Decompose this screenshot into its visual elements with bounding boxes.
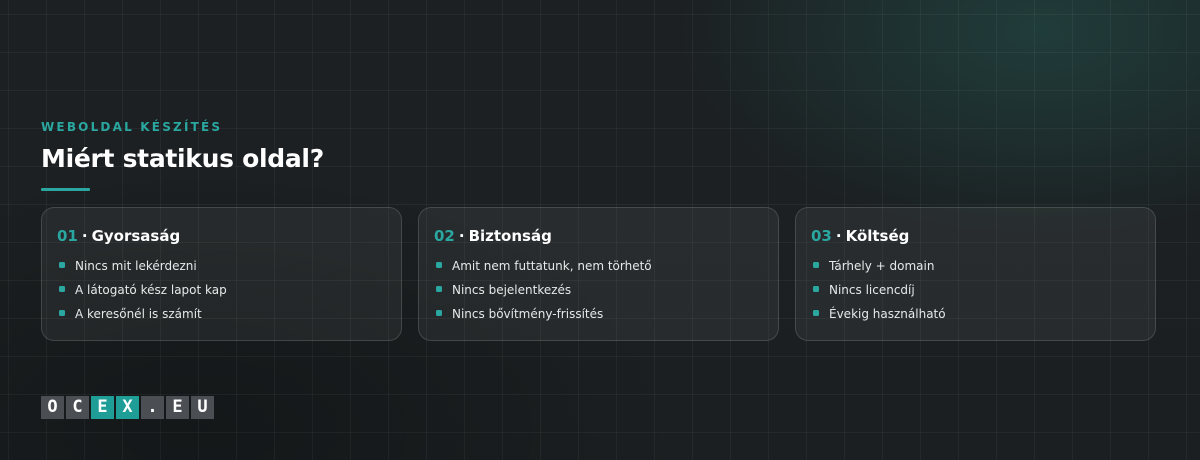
card-separator: · xyxy=(835,227,842,245)
list-item-label: A keresőnél is számít xyxy=(75,307,202,321)
feature-card-cost: 03 · Költség Tárhely + domain Nincs licenc… xyxy=(795,207,1156,341)
logo-letter: C xyxy=(66,396,89,419)
brand-logo[interactable]: O C E X . E U xyxy=(41,396,216,419)
logo-letter-accent: X xyxy=(116,396,139,419)
list-item: Nincs bővítmény-frissítés xyxy=(436,307,652,331)
page-title: Miért statikus oldal? xyxy=(41,144,324,173)
list-item-label: Nincs bejelentkezés xyxy=(452,283,572,297)
list-item-label: Nincs bővítmény-frissítés xyxy=(452,307,604,321)
list-item: Amit nem futtatunk, nem törhető xyxy=(436,259,652,283)
card-heading: 01 · Gyorsaság xyxy=(57,227,180,245)
card-list: Nincs mit lekérdezni A látogató kész lap… xyxy=(59,259,227,331)
list-item: Nincs bejelentkezés xyxy=(436,283,652,307)
card-number: 01 xyxy=(57,227,78,245)
card-title: Gyorsaság xyxy=(91,227,181,245)
logo-letter: O xyxy=(41,396,64,419)
card-list: Tárhely + domain Nincs licencdíj Évekig … xyxy=(813,259,946,331)
card-list: Amit nem futtatunk, nem törhető Nincs be… xyxy=(436,259,652,331)
bullet-icon xyxy=(59,286,65,292)
bullet-icon xyxy=(436,262,442,268)
list-item: Nincs licencdíj xyxy=(813,283,946,307)
list-item-label: Nincs licencdíj xyxy=(829,283,915,297)
logo-letter-accent: E xyxy=(91,396,114,419)
bullet-icon xyxy=(59,262,65,268)
feature-card-security: 02 · Biztonság Amit nem futtatunk, nem tör… xyxy=(418,207,779,341)
list-item-label: A látogató kész lapot kap xyxy=(75,283,227,297)
bullet-icon xyxy=(436,310,442,316)
feature-cards: 01 · Gyorsaság Nincs mit lekérdezni A láto… xyxy=(41,207,1159,343)
card-title: Biztonság xyxy=(468,227,552,245)
list-item: A látogató kész lapot kap xyxy=(59,283,227,307)
card-number: 02 xyxy=(434,227,455,245)
list-item-label: Nincs mit lekérdezni xyxy=(75,259,197,273)
list-item: Tárhely + domain xyxy=(813,259,946,283)
card-separator: · xyxy=(81,227,88,245)
feature-card-speed: 01 · Gyorsaság Nincs mit lekérdezni A láto… xyxy=(41,207,402,341)
logo-letter: U xyxy=(191,396,214,419)
list-item: Nincs mit lekérdezni xyxy=(59,259,227,283)
card-heading: 03 · Költség xyxy=(811,227,909,245)
list-item-label: Évekig használható xyxy=(829,307,946,321)
bullet-icon xyxy=(813,286,819,292)
logo-letter: E xyxy=(166,396,189,419)
list-item-label: Amit nem futtatunk, nem törhető xyxy=(452,259,652,273)
card-title: Költség xyxy=(845,227,910,245)
bullet-icon xyxy=(813,262,819,268)
logo-dot: . xyxy=(141,396,164,419)
card-number: 03 xyxy=(811,227,832,245)
list-item: A keresőnél is számít xyxy=(59,307,227,331)
bullet-icon xyxy=(436,286,442,292)
list-item: Évekig használható xyxy=(813,307,946,331)
title-underline xyxy=(41,188,90,191)
card-heading: 02 · Biztonság xyxy=(434,227,552,245)
list-item-label: Tárhely + domain xyxy=(829,259,935,273)
section-eyebrow: WEBOLDAL KÉSZÍTÉS xyxy=(41,120,223,134)
card-separator: · xyxy=(458,227,465,245)
bullet-icon xyxy=(59,310,65,316)
bullet-icon xyxy=(813,310,819,316)
